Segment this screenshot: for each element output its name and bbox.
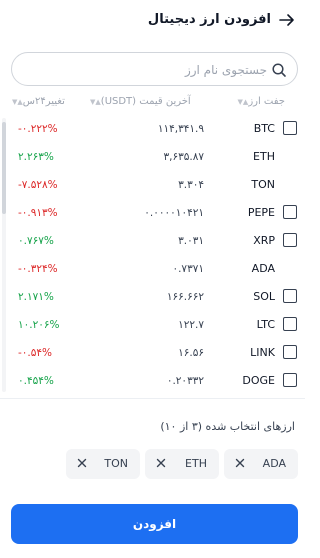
sort-icon: ▲▼ xyxy=(12,98,23,106)
search-icon xyxy=(271,62,287,78)
selected-count-label: ارزهای انتخاب شده (۳ از ۱۰) xyxy=(160,420,295,433)
change-value: ۱۰.۲۰۶% xyxy=(18,319,60,331)
table-row[interactable]: ۱۰.۲۰۶% ۱۲۲.۷ LTC xyxy=(0,312,305,339)
price-value: ۳.۳۰۴ xyxy=(178,179,204,191)
row-checkbox[interactable] xyxy=(283,317,297,331)
page-title: افزودن ارز دیجیتال xyxy=(147,12,271,27)
sort-icon: ▲▼ xyxy=(90,98,101,106)
column-header-change[interactable]: تغییر۲۴س▲▼ xyxy=(10,96,65,107)
price-value: ۱۲۲.۷ xyxy=(178,319,204,331)
arrow-right-icon[interactable] xyxy=(277,10,297,30)
pair-symbol: BTC xyxy=(253,122,275,135)
row-checkbox[interactable] xyxy=(283,233,297,247)
price-value: ۱۱۴,۳۴۱.۹ xyxy=(157,123,204,135)
header: افزودن ارز دیجیتال xyxy=(0,0,305,44)
price-value: ۳,۶۳۵.۸۷ xyxy=(163,151,204,163)
table-row[interactable]: ۲.۱۷۱% ۱۶۶.۶۶۲ SOL xyxy=(0,284,305,311)
table-header: جفت ارز▲▼ آخرین قیمت (USDT)▲▼ تغییر۲۴س▲▼ xyxy=(0,92,305,114)
change-value: -۰.۵۴% xyxy=(18,347,53,359)
pair-symbol: LTC xyxy=(256,318,275,331)
search-box xyxy=(11,52,298,86)
change-value: ۲.۱۷۱% xyxy=(18,291,54,303)
chip-label: ETH xyxy=(185,457,207,470)
coin-list: -۰.۲۲۲% ۱۱۴,۳۴۱.۹ BTC ۲.۲۶۳% ۳,۶۳۵.۸۷ ET… xyxy=(0,116,305,394)
price-value: ۰.۷۳۷۱ xyxy=(172,263,204,275)
price-value: ۱۶۶.۶۶۲ xyxy=(166,291,204,303)
change-value: -۰.۲۲۲% xyxy=(18,123,58,135)
price-value: ۰.۲۰۳۳۲ xyxy=(166,375,204,387)
pair-symbol: ETH xyxy=(253,150,275,163)
change-value: ۰.۷۶۷% xyxy=(18,235,54,247)
scrollbar[interactable] xyxy=(2,118,6,392)
pair-symbol: TON xyxy=(251,178,275,191)
add-button[interactable]: افزودن xyxy=(11,504,298,544)
row-checkbox[interactable] xyxy=(283,121,297,135)
divider xyxy=(0,398,305,399)
pair-symbol: LINK xyxy=(250,346,275,359)
table-row[interactable]: -۷.۵۲۸% ۳.۳۰۴ TON xyxy=(0,172,305,199)
table-row[interactable]: ۰.۷۶۷% ۳.۰۳۱ XRP xyxy=(0,228,305,255)
table-row[interactable]: -۰.۵۴% ۱۶.۵۶ LINK xyxy=(0,340,305,367)
pair-symbol: ADA xyxy=(251,262,275,275)
chip-label: ADA xyxy=(262,457,286,470)
selected-chips: ADA ETH TON xyxy=(0,449,305,479)
scrollbar-thumb[interactable] xyxy=(2,122,6,214)
change-value: -۷.۵۲۸% xyxy=(18,179,58,191)
table-row[interactable]: ۰.۴۵۴% ۰.۲۰۳۳۲ DOGE xyxy=(0,368,305,394)
chip-label: TON xyxy=(104,457,128,470)
change-value: -۰.۳۲۴% xyxy=(18,263,58,275)
column-header-pair[interactable]: جفت ارز▲▼ xyxy=(236,96,285,107)
change-value: ۲.۲۶۳% xyxy=(18,151,54,163)
row-checkbox[interactable] xyxy=(283,345,297,359)
pair-symbol: DOGE xyxy=(242,374,275,387)
close-icon[interactable] xyxy=(155,457,167,469)
price-value: ۱۶.۵۶ xyxy=(178,347,204,359)
row-checkbox[interactable] xyxy=(283,289,297,303)
table-row[interactable]: -۰.۲۲۲% ۱۱۴,۳۴۱.۹ BTC xyxy=(0,116,305,143)
pair-symbol: SOL xyxy=(253,290,275,303)
row-checkbox[interactable] xyxy=(283,373,297,387)
pair-symbol: XRP xyxy=(253,234,275,247)
close-icon[interactable] xyxy=(76,457,88,469)
search-input[interactable] xyxy=(22,59,267,81)
change-value: -۰.۹۱۳% xyxy=(18,207,58,219)
table-row[interactable]: ۲.۲۶۳% ۳,۶۳۵.۸۷ ETH xyxy=(0,144,305,171)
table-row[interactable]: -۰.۳۲۴% ۰.۷۳۷۱ ADA xyxy=(0,256,305,283)
pair-symbol: PEPE xyxy=(247,206,275,219)
table-row[interactable]: -۰.۹۱۳% ۰.۰۰۰۰۱۰۴۲۱ PEPE xyxy=(0,200,305,227)
selected-chip: TON xyxy=(66,449,140,479)
sort-icon: ▲▼ xyxy=(237,98,249,106)
selected-chip: ETH xyxy=(145,449,219,479)
change-value: ۰.۴۵۴% xyxy=(18,375,54,387)
price-value: ۳.۰۳۱ xyxy=(178,235,204,247)
close-icon[interactable] xyxy=(234,457,246,469)
row-checkbox[interactable] xyxy=(283,205,297,219)
selected-chip: ADA xyxy=(224,449,298,479)
column-header-price[interactable]: آخرین قیمت (USDT)▲▼ xyxy=(88,96,191,107)
price-value: ۰.۰۰۰۰۱۰۴۲۱ xyxy=(144,207,204,219)
